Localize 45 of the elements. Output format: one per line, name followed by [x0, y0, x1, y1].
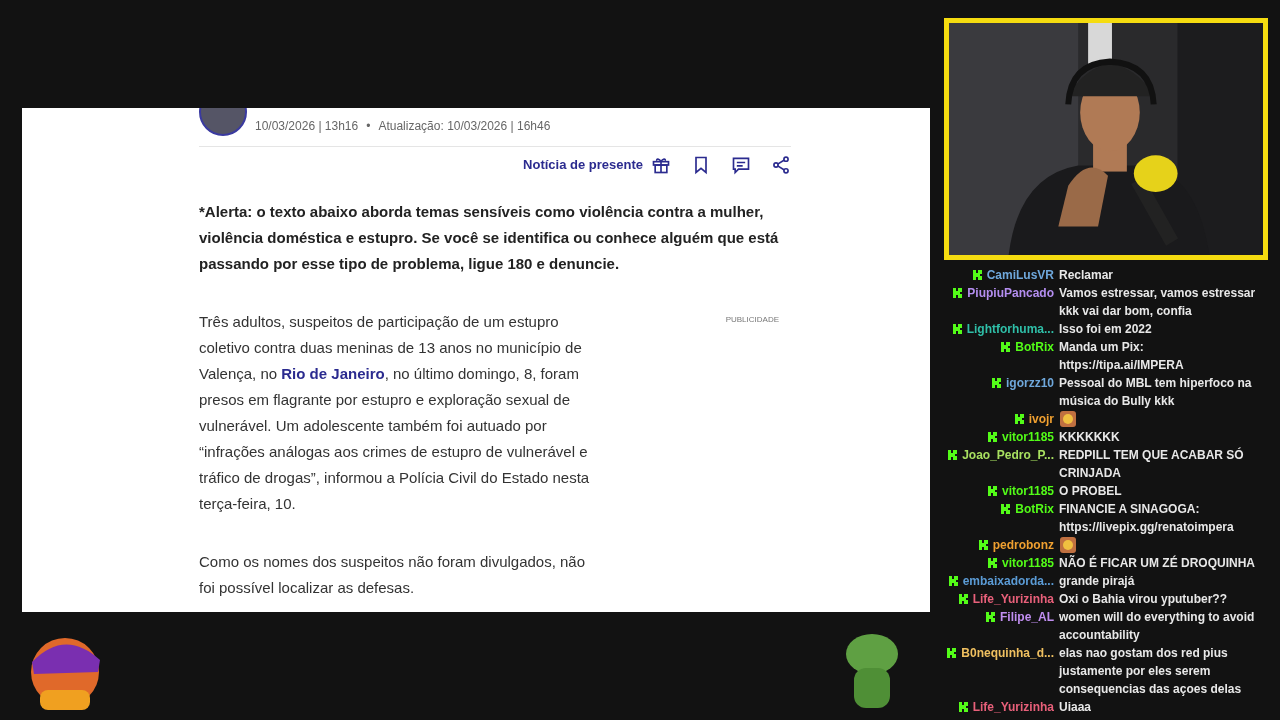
- chat-message: NÃO É FICAR UM ZÉ DROQUINHA: [1059, 554, 1255, 572]
- chat-username[interactable]: Lightforhuma...: [966, 320, 1054, 338]
- chat-message: FINANCIE A SINAGOGA: https://livepix.gg/renatoimpera: [1059, 501, 1235, 536]
- chat-username[interactable]: BotRix: [1015, 338, 1054, 356]
- chat-username[interactable]: vitor1185: [1001, 482, 1054, 500]
- chat-message: O PROBEL: [1059, 483, 1122, 500]
- emote-icon: [1059, 410, 1077, 428]
- chat-message: Vamos estressar, vamos estressar kkk vai dar bom, confia: [1059, 285, 1257, 320]
- article-paragraph: Como os nomes dos suspeitos não foram divulgados, não foi possível localizar as defesas.: [199, 552, 587, 598]
- chat-username[interactable]: ivojr: [1028, 410, 1054, 428]
- chat-message: grande pirajá: [1059, 573, 1135, 590]
- chat-message: Uiaaa: [1059, 699, 1092, 716]
- chat-username[interactable]: vitor1185: [1001, 428, 1054, 446]
- alert-paragraph: *Alerta: o texto abaixo aborda temas sensíveis como violência contra a mulher, violência doméstica e estupro. Se você se identifica ou conhece alguém que está passando por esse tipo de problema, ligue 180 e denuncie.: [199, 202, 780, 274]
- chat-message: Pessoal do MBL tem hiperfoco na música do Bully kkk: [1059, 375, 1253, 410]
- chat-message: Oxi o Bahia virou yputuber??: [1059, 591, 1228, 608]
- chat-username[interactable]: pedrobonz: [992, 536, 1054, 554]
- chat-message: elas nao gostam dos red pius justamente por eles serem consequencias das açoes delas: [1059, 645, 1243, 698]
- chat-username[interactable]: PiupiuPancado: [967, 284, 1054, 302]
- place-link[interactable]: Rio de Janeiro: [281, 365, 385, 382]
- chat-username[interactable]: CamiLusVR: [986, 266, 1054, 284]
- gift-news-button[interactable]: Notícia de presente: [523, 155, 671, 175]
- ad-label: PUBLICIDADE: [725, 314, 779, 326]
- chat-username[interactable]: B0nequinha_d...: [961, 644, 1054, 662]
- chat-message: Manda um Pix: https://tipa.ai/IMPERA: [1059, 339, 1185, 374]
- chat-username[interactable]: Life_Yurizinha: [972, 590, 1054, 608]
- emote-icon: [1059, 536, 1077, 554]
- chat-username[interactable]: Life_Yurizinha: [972, 698, 1054, 716]
- chat-username[interactable]: Joao_Pedro_P...: [962, 446, 1054, 464]
- chat-username[interactable]: Filipe_AL: [1000, 608, 1054, 626]
- publish-date: 10/03/2026 | 13h16: [255, 118, 359, 135]
- chat-username[interactable]: BotRix: [1015, 500, 1054, 518]
- chat-message: Reclamar: [1059, 267, 1114, 284]
- chat-message: KKKKKKK: [1059, 429, 1120, 446]
- article-paragraph: Três adultos, suspeitos de participação de um estupro coletivo contra duas meninas de 13 anos no município de Valença, no Rio de Janeiro, no último domingo, 8, foram presos em flagrante por estupro e exploração sexual de vulnerável. Um adolescente também foi autuado por “infrações análogas aos crimes de estupro de vulnerável e tráfico de drogas”, informou a Polícia Civil do Estado nesta terça-feira, 10.: [199, 312, 591, 514]
- update-date: Atualização: 10/03/2026 | 16h46: [378, 118, 551, 135]
- comment-icon[interactable]: [731, 155, 751, 175]
- chat-username[interactable]: embaixadorda...: [962, 572, 1054, 590]
- date-separator: •: [366, 118, 371, 135]
- chat-message: REDPILL TEM QUE ACABAR SÓ CRINJADA: [1059, 446, 1245, 482]
- share-icon[interactable]: [771, 155, 791, 175]
- chat-message: Isso foi em 2022: [1059, 321, 1152, 338]
- chat-username[interactable]: igorzz10: [1006, 374, 1054, 392]
- gift-icon: [651, 155, 671, 175]
- chat-username[interactable]: vitor1185: [1001, 554, 1054, 572]
